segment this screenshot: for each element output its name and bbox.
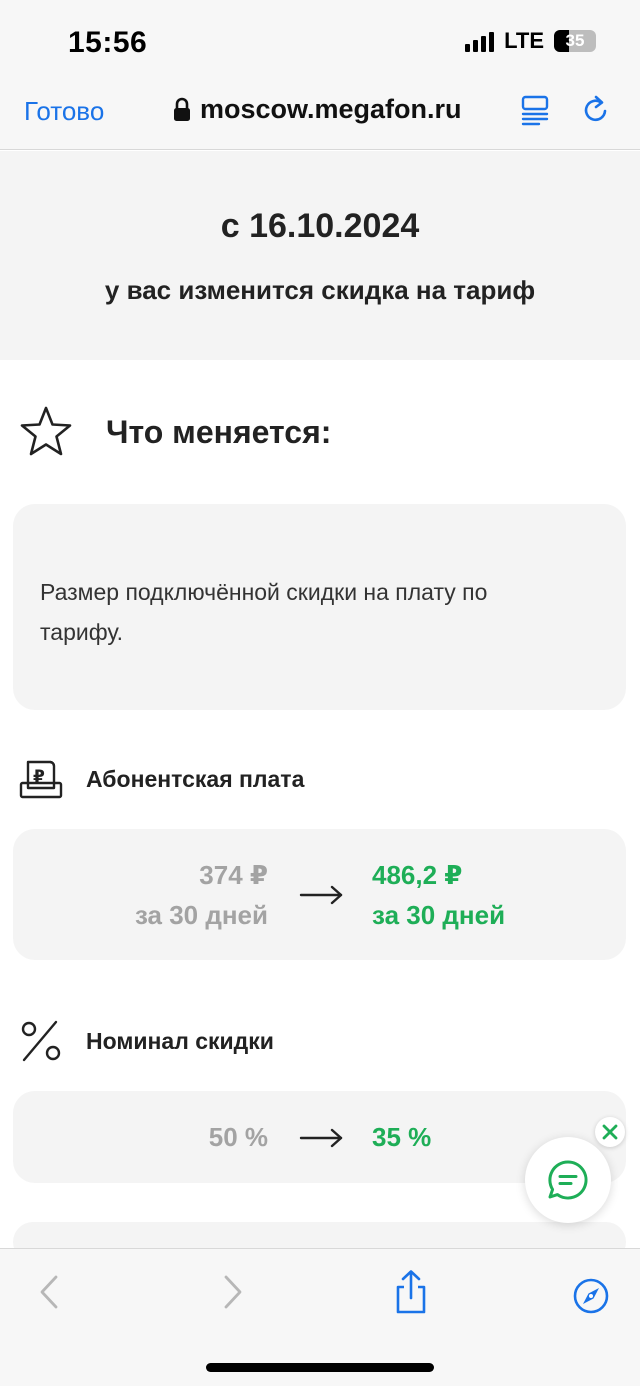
status-time: 15:56 [68, 26, 148, 59]
old-fee: 374 ₽ за 30 дней [135, 855, 268, 935]
back-chevron-icon[interactable] [30, 1271, 70, 1313]
change-banner: с 16.10.2024 у вас изменится скидка на т… [0, 151, 640, 360]
new-discount: 35 % [372, 1117, 431, 1157]
old-fee-period: за 30 дней [134, 900, 268, 930]
chat-close-button[interactable] [595, 1117, 625, 1147]
signal-icon [465, 30, 495, 52]
lock-icon [174, 97, 190, 121]
star-icon [20, 406, 72, 456]
new-fee: 486,2 ₽ за 30 дней [372, 855, 505, 935]
url-text: moscow.megafon.ru [200, 94, 462, 124]
new-fee-value: 486,2 ₽ [372, 860, 463, 890]
percent-icon [21, 1020, 61, 1062]
chat-button[interactable] [525, 1137, 611, 1223]
change-date: с 16.10.2024 [220, 207, 420, 245]
new-fee-period: за 30 дней [372, 900, 506, 930]
done-button[interactable]: Готово [24, 96, 104, 127]
new-discount-value: 35 % [372, 1122, 432, 1152]
network-type: LTE [504, 28, 544, 53]
old-discount-value: 50 % [208, 1122, 268, 1152]
compass-icon[interactable] [572, 1277, 610, 1315]
subscription-fee-heading: ₽ Абонентская плата [18, 756, 304, 802]
status-indicators: LTE 35 [465, 28, 596, 54]
arrow-right-icon [299, 885, 343, 905]
reader-icon[interactable] [520, 94, 550, 126]
battery-icon: 35 [554, 30, 596, 52]
battery-level: 35 [565, 31, 585, 50]
discount-title: Номинал скидки [86, 1027, 274, 1054]
discount-heading: Номинал скидки [18, 1018, 274, 1064]
description-card: Размер подключённой скидки на плату по т… [13, 504, 626, 710]
reload-icon[interactable] [580, 94, 612, 126]
old-discount: 50 % [209, 1117, 268, 1157]
address-bar[interactable]: moscow.megafon.ru [172, 94, 462, 125]
close-icon [602, 1124, 618, 1140]
browser-toolbar [0, 1248, 640, 1386]
change-subtitle: у вас изменится скидка на тариф [104, 275, 536, 305]
ruble-receipt-icon: ₽ [19, 760, 63, 799]
browser-header: Готово moscow.megafon.ru [0, 80, 640, 150]
section-title: Что меняется: [106, 413, 332, 450]
forward-chevron-icon[interactable] [212, 1271, 252, 1313]
subscription-fee-card: 374 ₽ за 30 дней 486,2 ₽ за 30 дней [13, 829, 626, 960]
arrow-right-icon [299, 1128, 343, 1148]
subscription-fee-title: Абонентская плата [86, 765, 305, 792]
chat-icon [548, 1160, 588, 1200]
section-heading: Что меняется: [18, 404, 331, 460]
old-fee-value: 374 ₽ [199, 860, 268, 890]
description-text: Размер подключённой скидки на плату по т… [40, 579, 488, 645]
share-icon[interactable] [391, 1269, 431, 1315]
home-indicator[interactable] [206, 1363, 434, 1372]
status-bar: 15:56 LTE 35 [0, 0, 640, 80]
